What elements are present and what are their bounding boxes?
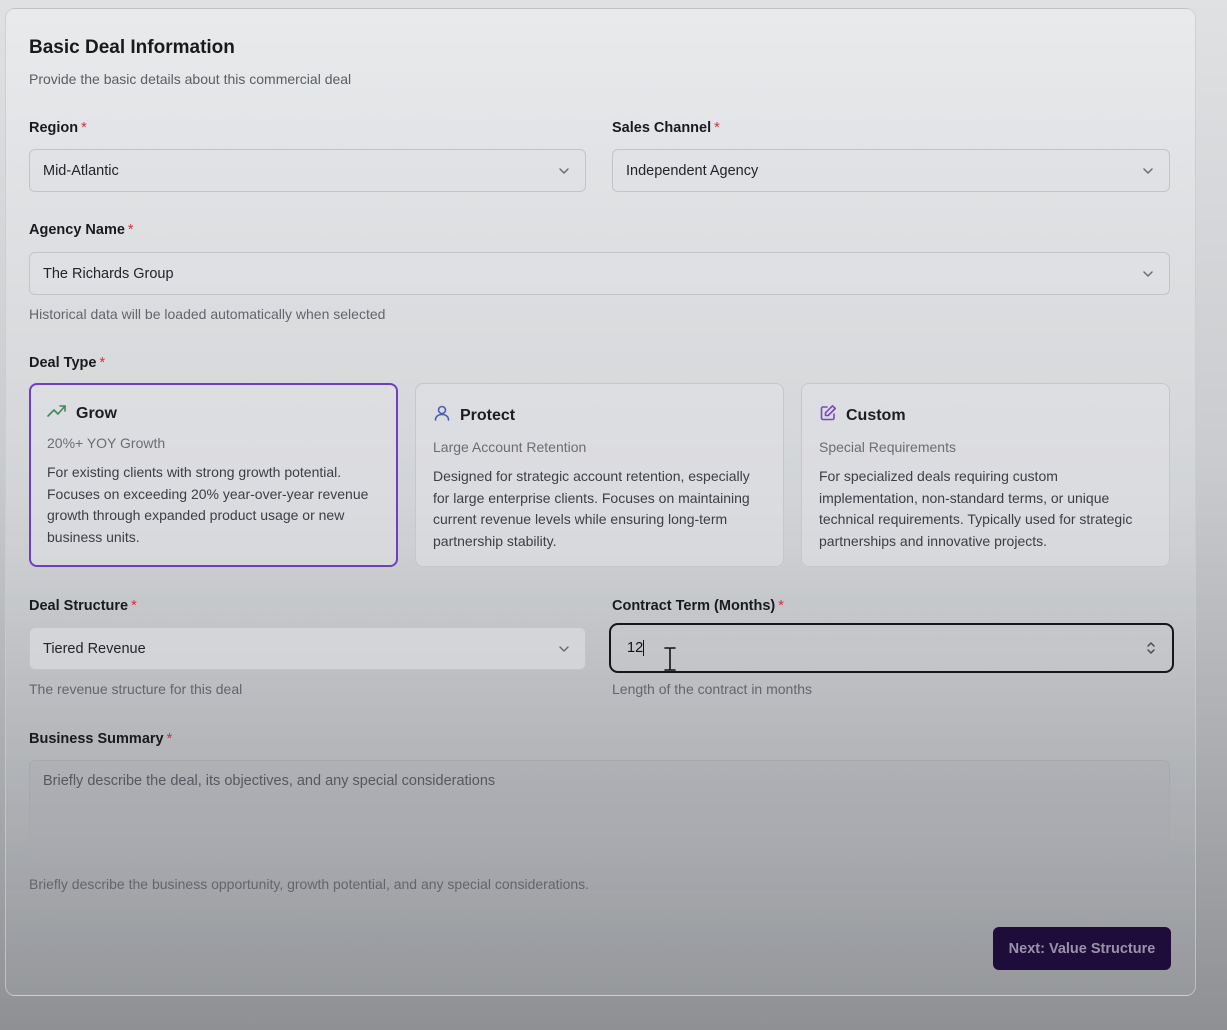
deal-type-label-text: Deal Type — [29, 355, 97, 371]
contract-term-input[interactable]: 12 — [609, 623, 1174, 673]
deal-type-description: Designed for strategic account retention… — [433, 468, 750, 549]
deal-type-subtitle: 20%+ YOY Growth — [47, 435, 166, 451]
agency-select[interactable]: The Richards Group — [29, 252, 1170, 295]
contract-term-value: 12 — [627, 639, 644, 656]
deal-type-name: Protect — [460, 406, 516, 424]
stepper-arrows-icon[interactable] — [1146, 640, 1156, 656]
sales-channel-value: Independent Agency — [626, 162, 759, 179]
deal-type-label: Deal Type * — [29, 355, 105, 371]
required-marker: * — [99, 355, 106, 371]
sales-channel-label: Sales Channel * — [612, 120, 720, 136]
required-marker: * — [131, 598, 137, 614]
text-caret — [643, 640, 645, 657]
business-summary-helper: Briefly describe the business opportunit… — [29, 876, 590, 892]
deal-structure-label-text: Deal Structure — [29, 598, 129, 614]
agency-label-text: Agency Name — [29, 222, 125, 238]
region-label: Region * — [29, 120, 87, 136]
number-stepper[interactable] — [1146, 640, 1156, 656]
chevron-down-icon — [1140, 163, 1156, 179]
deal-type-name: Grow — [76, 404, 117, 422]
agency-value: The Richards Group — [43, 265, 174, 282]
deal-structure-label: Deal Structure * — [29, 598, 137, 614]
sales-channel-select[interactable]: Independent Agency — [612, 149, 1170, 192]
deal-type-subtitle: Large Account Retention — [433, 439, 587, 455]
section-subtitle: Provide the basic details about this com… — [29, 71, 352, 87]
contract-term-label-text: Contract Term (Months) — [612, 598, 776, 614]
required-marker: * — [127, 222, 134, 238]
contract-term-label: Contract Term (Months) * — [612, 598, 784, 614]
edit-icon — [819, 404, 837, 427]
section-title: Basic Deal Information — [29, 37, 235, 58]
required-marker: * — [81, 120, 87, 136]
next-value-structure-button[interactable]: Next: Value Structure — [993, 927, 1171, 970]
deal-type-card-grow[interactable]: Grow 20%+ YOY Growth For existing client… — [29, 383, 398, 567]
chevron-down-icon — [1140, 266, 1156, 282]
contract-term-helper: Length of the contract in months — [612, 681, 813, 697]
deal-type-name: Custom — [846, 406, 906, 424]
region-value: Mid-Atlantic — [43, 162, 119, 179]
region-label-text: Region — [29, 120, 79, 136]
deal-type-card-protect[interactable]: Protect Large Account Retention Designed… — [415, 383, 784, 567]
deal-structure-value: Tiered Revenue — [43, 640, 146, 657]
chevron-down-icon — [556, 641, 572, 657]
required-marker: * — [778, 598, 784, 614]
text-cursor-icon — [663, 646, 677, 677]
agency-label: Agency Name * — [29, 222, 134, 238]
deal-type-card-custom[interactable]: Custom Special Requirements For speciali… — [801, 383, 1170, 567]
trending-up-icon — [47, 404, 67, 423]
business-summary-label: Business Summary * — [29, 731, 172, 747]
user-icon — [433, 404, 451, 427]
deal-type-subtitle: Special Requirements — [819, 439, 956, 455]
business-summary-placeholder: Briefly describe the deal, its objective… — [43, 773, 496, 789]
deal-type-description: For existing clients with strong growth … — [47, 464, 369, 545]
business-summary-textarea[interactable]: Briefly describe the deal, its objective… — [29, 760, 1170, 863]
deal-structure-select[interactable]: Tiered Revenue — [29, 627, 586, 670]
business-summary-label-text: Business Summary — [29, 731, 164, 747]
chevron-down-icon — [556, 163, 572, 179]
required-marker: * — [714, 120, 720, 136]
required-marker: * — [166, 731, 173, 747]
sales-channel-label-text: Sales Channel — [612, 120, 712, 136]
deal-structure-helper: The revenue structure for this deal — [29, 681, 243, 697]
region-select[interactable]: Mid-Atlantic — [29, 149, 586, 192]
agency-helper: Historical data will be loaded automatic… — [29, 306, 386, 322]
deal-type-description: For specialized deals requiring custom i… — [819, 468, 1133, 549]
